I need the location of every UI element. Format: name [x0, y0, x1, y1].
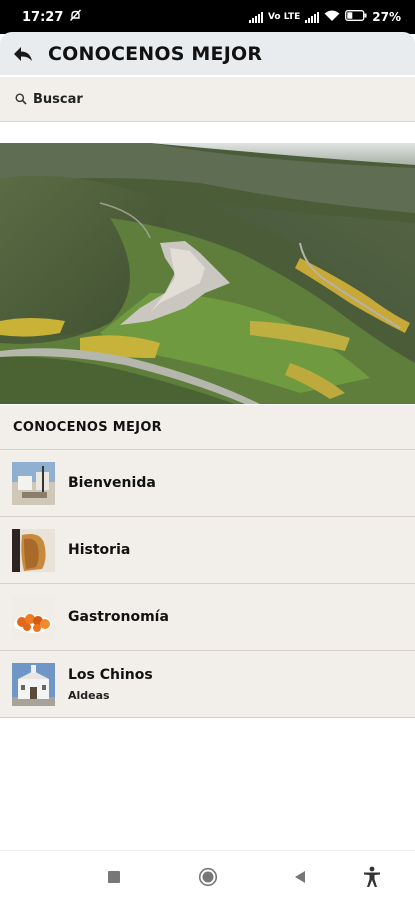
- accessibility-button[interactable]: [360, 865, 384, 889]
- battery-icon: [345, 10, 367, 24]
- search-icon: [15, 93, 27, 105]
- los-chinos-thumbnail: [12, 662, 55, 706]
- search-bar[interactable]: Buscar: [0, 77, 415, 122]
- recents-button[interactable]: [102, 865, 126, 889]
- back-button[interactable]: [4, 35, 42, 73]
- app-bar: CONOCENOS MEJOR: [0, 32, 415, 75]
- square-nav-icon: [108, 871, 120, 883]
- signal-icon-2: [305, 11, 320, 23]
- battery-level: 27%: [372, 10, 401, 24]
- content-list: Bienvenida Historia Gastronomía Los Chin…: [0, 450, 415, 718]
- list-item-gastronomia[interactable]: Gastronomía: [0, 584, 415, 651]
- historia-thumbnail: [12, 528, 55, 572]
- system-nav-bar: [0, 850, 415, 900]
- back-nav-button[interactable]: [288, 865, 312, 889]
- list-item-historia[interactable]: Historia: [0, 517, 415, 584]
- back-arrow-icon: [14, 46, 32, 61]
- item-title: Gastronomía: [68, 609, 169, 625]
- circle-home-icon: [198, 867, 218, 887]
- triangle-back-icon: [295, 871, 305, 883]
- signal-icon: [248, 11, 263, 23]
- item-title: Bienvenida: [68, 475, 156, 491]
- accessibility-icon: [364, 866, 380, 887]
- search-label: Buscar: [33, 91, 83, 107]
- bienvenida-thumbnail: [12, 461, 55, 505]
- mute-bell-icon: [69, 9, 82, 26]
- page-title: CONOCENOS MEJOR: [48, 42, 263, 65]
- list-item-bienvenida[interactable]: Bienvenida: [0, 450, 415, 517]
- item-title: Los Chinos: [68, 666, 153, 683]
- item-title: Historia: [68, 542, 131, 558]
- status-bar: 17:27 Vo LTE 27%: [0, 0, 415, 34]
- list-item-los-chinos[interactable]: Los Chinos Aldeas: [0, 651, 415, 718]
- section-header: CONOCENOS MEJOR: [0, 405, 415, 450]
- home-button[interactable]: [196, 865, 220, 889]
- network-type: Vo LTE: [267, 11, 301, 22]
- item-subtitle: Aldeas: [68, 688, 110, 702]
- gastronomia-thumbnail: [12, 595, 55, 639]
- status-time: 17:27: [22, 9, 64, 25]
- hero-image: [0, 143, 415, 404]
- wifi-icon: [324, 10, 340, 25]
- section-label: CONOCENOS MEJOR: [13, 419, 162, 435]
